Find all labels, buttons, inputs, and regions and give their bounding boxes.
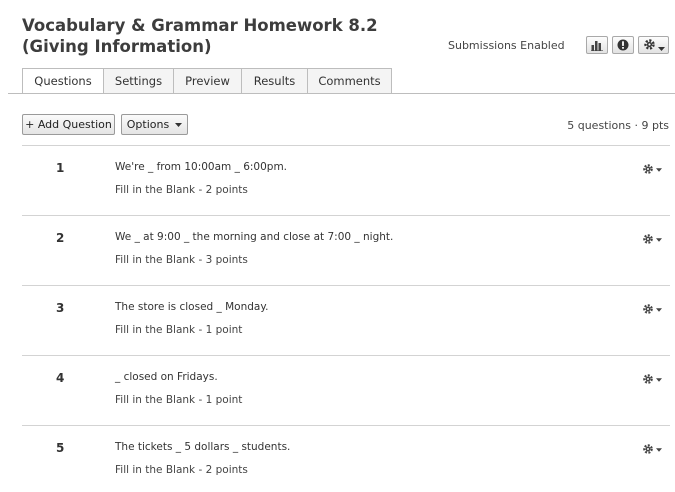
question-text: _ closed on Fridays. xyxy=(115,371,218,383)
question-number: 5 xyxy=(56,441,65,455)
question-row[interactable]: 2 We _ at 9:00 _ the morning and close a… xyxy=(22,215,670,286)
tab-preview[interactable]: Preview xyxy=(174,68,242,94)
caret-down-icon xyxy=(657,36,665,55)
caret-down-icon xyxy=(175,122,183,127)
gear-icon xyxy=(642,370,654,389)
tab-questions[interactable]: Questions xyxy=(22,68,104,94)
caret-down-icon xyxy=(656,377,662,382)
question-type: Fill in the Blank - 3 points xyxy=(115,254,248,266)
question-row[interactable]: 5 The tickets _ 5 dollars _ students. Fi… xyxy=(22,425,670,492)
settings-menu-button[interactable] xyxy=(638,36,669,54)
question-text: The tickets _ 5 dollars _ students. xyxy=(115,441,291,453)
question-number: 1 xyxy=(56,161,65,175)
bar-chart-icon xyxy=(591,36,603,55)
question-number: 2 xyxy=(56,231,65,245)
question-text: The store is closed _ Monday. xyxy=(115,301,269,313)
question-number: 3 xyxy=(56,301,65,315)
question-number: 4 xyxy=(56,371,65,385)
results-chart-button[interactable] xyxy=(586,36,608,54)
gear-icon xyxy=(642,440,654,459)
info-button[interactable] xyxy=(612,36,634,54)
page-title: Vocabulary & Grammar Homework 8.2 (Givin… xyxy=(22,16,378,56)
question-row[interactable]: 3 The store is closed _ Monday. Fill in … xyxy=(22,285,670,356)
options-label: Options xyxy=(126,118,170,131)
question-type: Fill in the Blank - 2 points xyxy=(115,464,248,476)
gear-icon xyxy=(642,300,654,319)
question-settings-button[interactable] xyxy=(642,370,662,389)
caret-down-icon xyxy=(656,167,662,172)
gear-icon xyxy=(642,230,654,249)
gear-icon xyxy=(643,36,656,55)
tab-results[interactable]: Results xyxy=(242,68,308,94)
tab-comments[interactable]: Comments xyxy=(308,68,392,94)
questions-summary: 5 questions · 9 pts xyxy=(567,119,669,132)
tab-divider xyxy=(8,93,675,94)
caret-down-icon xyxy=(656,447,662,452)
question-text: We _ at 9:00 _ the morning and close at … xyxy=(115,231,394,243)
question-type: Fill in the Blank - 2 points xyxy=(115,184,248,196)
question-row[interactable]: 4 _ closed on Fridays. Fill in the Blank… xyxy=(22,355,670,426)
question-settings-button[interactable] xyxy=(642,230,662,249)
add-question-button[interactable]: + Add Question xyxy=(22,114,115,135)
options-dropdown-button[interactable]: Options xyxy=(121,114,188,135)
question-text: We're _ from 10:00am _ 6:00pm. xyxy=(115,161,288,173)
question-settings-button[interactable] xyxy=(642,300,662,319)
question-type: Fill in the Blank - 1 point xyxy=(115,324,243,336)
caret-down-icon xyxy=(656,307,662,312)
tab-settings[interactable]: Settings xyxy=(104,68,174,94)
gear-icon xyxy=(642,160,654,179)
question-type: Fill in the Blank - 1 point xyxy=(115,394,243,406)
submission-status: Submissions Enabled xyxy=(448,39,565,52)
question-settings-button[interactable] xyxy=(642,440,662,459)
info-icon xyxy=(617,36,629,55)
tab-bar: Questions Settings Preview Results Comme… xyxy=(22,68,392,94)
question-row[interactable]: 1 We're _ from 10:00am _ 6:00pm. Fill in… xyxy=(22,145,670,216)
caret-down-icon xyxy=(656,237,662,242)
question-settings-button[interactable] xyxy=(642,160,662,179)
